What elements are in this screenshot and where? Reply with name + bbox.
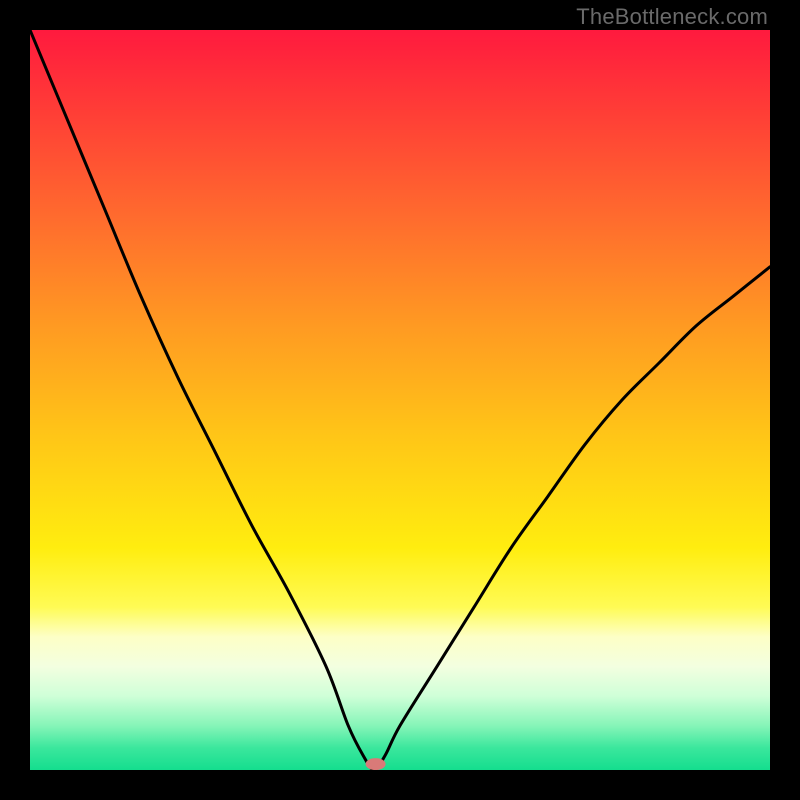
bottleneck-chart bbox=[30, 30, 770, 770]
optimal-point-marker bbox=[366, 758, 386, 770]
watermark-text: TheBottleneck.com bbox=[576, 4, 768, 30]
gradient-background bbox=[30, 30, 770, 770]
chart-frame: TheBottleneck.com bbox=[0, 0, 800, 800]
plot-area bbox=[30, 30, 770, 770]
